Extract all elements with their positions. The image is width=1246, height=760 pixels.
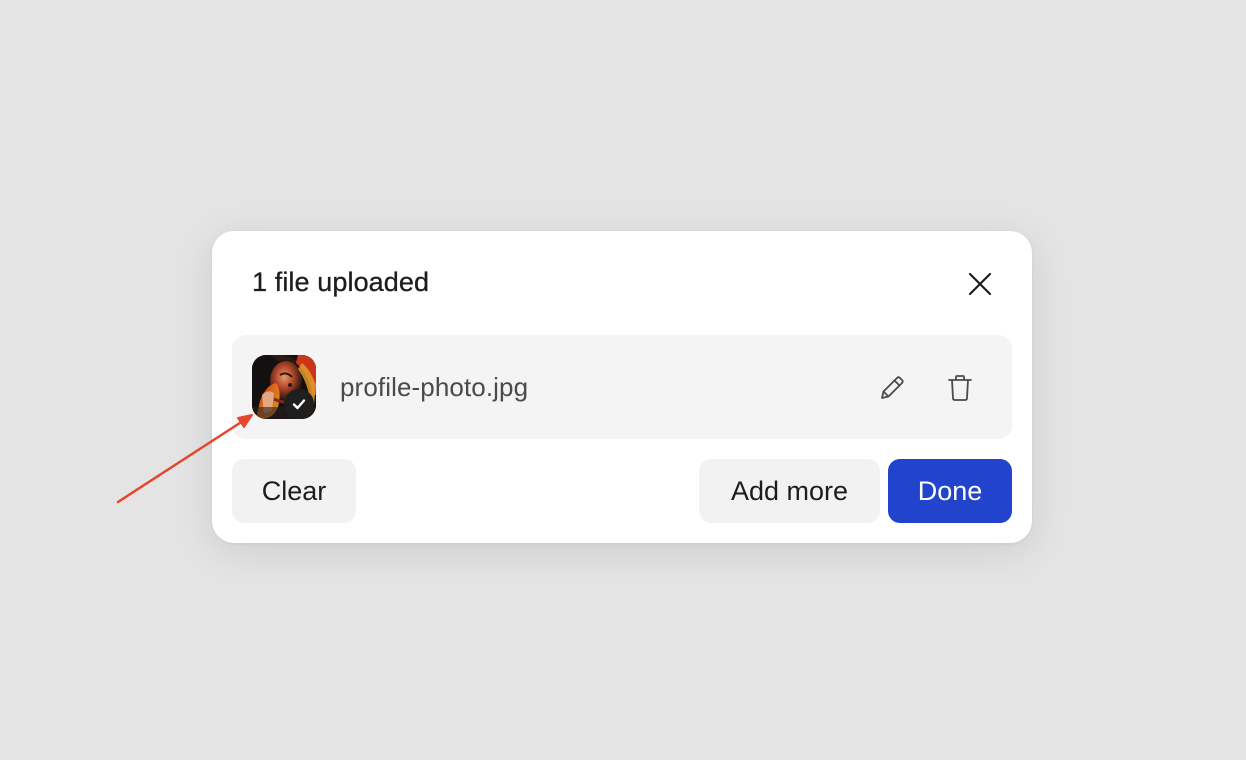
image-thumbnail: [252, 355, 316, 419]
clear-button[interactable]: Clear: [232, 459, 356, 523]
close-icon: [968, 272, 992, 296]
add-more-button[interactable]: Add more: [699, 459, 880, 523]
upload-complete-badge: [284, 389, 314, 419]
dialog-title: 1 file uploaded: [252, 267, 430, 297]
checkmark-icon: [292, 399, 306, 410]
upload-dialog: 1 file uploaded profile-photo.jpg Clear …: [212, 231, 1032, 543]
file-name: profile-photo.jpg: [340, 372, 529, 402]
edit-file-button[interactable]: [872, 369, 912, 407]
close-button[interactable]: [962, 266, 998, 302]
pencil-icon: [881, 376, 904, 399]
done-button[interactable]: Done: [888, 459, 1012, 523]
delete-file-button[interactable]: [940, 369, 980, 407]
uploaded-file-item: profile-photo.jpg: [232, 335, 1012, 439]
trash-icon: [948, 375, 972, 401]
